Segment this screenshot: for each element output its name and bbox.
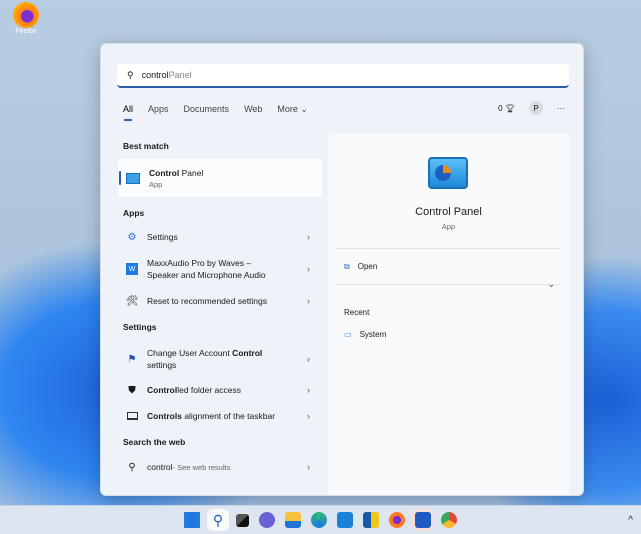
open-action[interactable]: ⧉ Open: [344, 262, 377, 272]
settings-gear-icon: ⚙: [127, 231, 137, 243]
task-view-icon[interactable]: [236, 513, 249, 527]
item-subtitle: App: [149, 179, 163, 189]
trophy-icon: 🏆︎: [504, 103, 515, 113]
uac-flag-icon: ⚑: [127, 353, 137, 365]
desktop-icon-label: Firefox: [15, 28, 37, 35]
tab-all[interactable]: All: [123, 104, 133, 121]
open-icon: ⧉: [344, 262, 350, 271]
shield-icon: ⛊: [128, 384, 136, 396]
rewards-points[interactable]: 0 🏆︎: [498, 104, 515, 113]
maxxaudio-icon: W: [126, 263, 138, 275]
taskbar: ⚲ ^: [0, 505, 641, 534]
desktop-icon-firefox[interactable]: Firefox: [8, 2, 44, 35]
teams-chat-icon[interactable]: [259, 512, 275, 528]
section-best-match: Best match: [123, 141, 169, 151]
label-bold: Control: [232, 348, 263, 358]
item-label: MaxxAudio Pro by Waves –: [147, 258, 252, 268]
chevron-right-icon: ›: [307, 354, 310, 364]
points-count: 0: [498, 103, 503, 113]
chevron-right-icon: ›: [307, 462, 310, 472]
label-line2: settings: [147, 360, 177, 370]
search-text: control: [141, 70, 169, 80]
search-input[interactable]: ⚲ control Panel: [117, 64, 569, 88]
label-post: alignment of the taskbar: [181, 411, 276, 421]
power-bi-icon[interactable]: [363, 512, 379, 528]
mail-icon[interactable]: [337, 512, 353, 528]
more-options-button[interactable]: ···: [557, 104, 565, 113]
firefox-icon: [13, 2, 39, 28]
firefox-taskbar-icon[interactable]: [389, 512, 405, 528]
search-icon: ⚲: [127, 69, 134, 80]
setting-controlled-folder-access[interactable]: ⛊ Controlled folder access ›: [118, 381, 322, 399]
search-icon: ⚲: [128, 461, 136, 473]
section-search-web: Search the web: [123, 437, 186, 447]
chevron-right-icon: ›: [307, 296, 310, 306]
chevron-right-icon: ›: [307, 232, 310, 242]
tray-overflow-chevron[interactable]: ^: [628, 515, 633, 526]
recent-item-label: System: [359, 330, 387, 339]
section-apps: Apps: [123, 208, 145, 218]
detail-subtitle: App: [441, 222, 456, 231]
chevron-right-icon: ›: [307, 264, 310, 274]
avatar[interactable]: P: [529, 101, 543, 115]
expand-chevron-icon[interactable]: ⌄: [547, 279, 555, 290]
setting-uac[interactable]: ⚑ Change User Account Control settings ›: [118, 344, 322, 374]
taskbar-icon: [126, 410, 138, 422]
title-rest: Panel: [179, 167, 204, 178]
tools-icon: 🛠︎: [125, 295, 139, 307]
edge-icon[interactable]: [311, 512, 327, 528]
web-search-result[interactable]: ⚲ control - See web results ›: [118, 458, 322, 476]
app-reset-settings[interactable]: 🛠︎ Reset to recommended settings ›: [118, 292, 322, 310]
label-post: led folder access: [177, 385, 242, 395]
setting-taskbar-alignment[interactable]: Controls alignment of the taskbar ›: [118, 407, 322, 425]
app-settings[interactable]: ⚙ Settings ›: [118, 228, 322, 246]
start-icon[interactable]: [184, 512, 200, 528]
web-query: control: [147, 462, 173, 472]
recent-item-system[interactable]: ▭ System: [344, 330, 386, 339]
label-bold: Controls: [147, 411, 182, 421]
chevron-right-icon: ›: [307, 385, 310, 395]
divider: [336, 284, 561, 285]
item-label: Settings: [147, 232, 178, 242]
detail-title: Control Panel: [415, 206, 482, 218]
search-taskbar-icon[interactable]: ⚲: [210, 512, 226, 528]
search-suggestion: Panel: [168, 70, 192, 80]
tab-apps[interactable]: Apps: [148, 104, 169, 115]
detail-pane: Control Panel App ⧉ Open ⌄ Recent ▭ System: [328, 133, 569, 495]
app-maxxaudio[interactable]: W MaxxAudio Pro by Waves – Speaker and Mic…: [118, 254, 322, 284]
control-panel-icon: [126, 172, 140, 184]
tab-documents[interactable]: Documents: [184, 104, 230, 115]
recent-heading: Recent: [344, 308, 370, 317]
web-hint: - See web results: [172, 462, 231, 472]
item-label: Reset to recommended settings: [147, 296, 268, 306]
label-bold: Control: [147, 385, 178, 395]
chevron-right-icon: ›: [307, 411, 310, 421]
start-search-panel: ⚲ control Panel All Apps Documents Web M…: [100, 43, 584, 496]
filter-tabs: All Apps Documents Web More ⌄: [123, 104, 308, 121]
word-icon[interactable]: [415, 512, 431, 528]
open-label: Open: [357, 262, 378, 271]
item-label-line2: Speaker and Microphone Audio: [147, 270, 266, 280]
file-explorer-icon[interactable]: [285, 512, 301, 528]
system-icon: ▭: [344, 330, 352, 339]
tab-more[interactable]: More ⌄: [277, 104, 308, 115]
tab-web[interactable]: Web: [244, 104, 262, 115]
title-bold: Control: [149, 167, 180, 178]
section-settings: Settings: [123, 322, 157, 332]
chrome-icon[interactable]: [441, 512, 457, 528]
divider: [336, 248, 561, 249]
label-pre: Change User Account: [147, 348, 233, 358]
control-panel-large-icon: [428, 157, 468, 189]
best-match-control-panel[interactable]: Control Panel App: [118, 159, 322, 197]
